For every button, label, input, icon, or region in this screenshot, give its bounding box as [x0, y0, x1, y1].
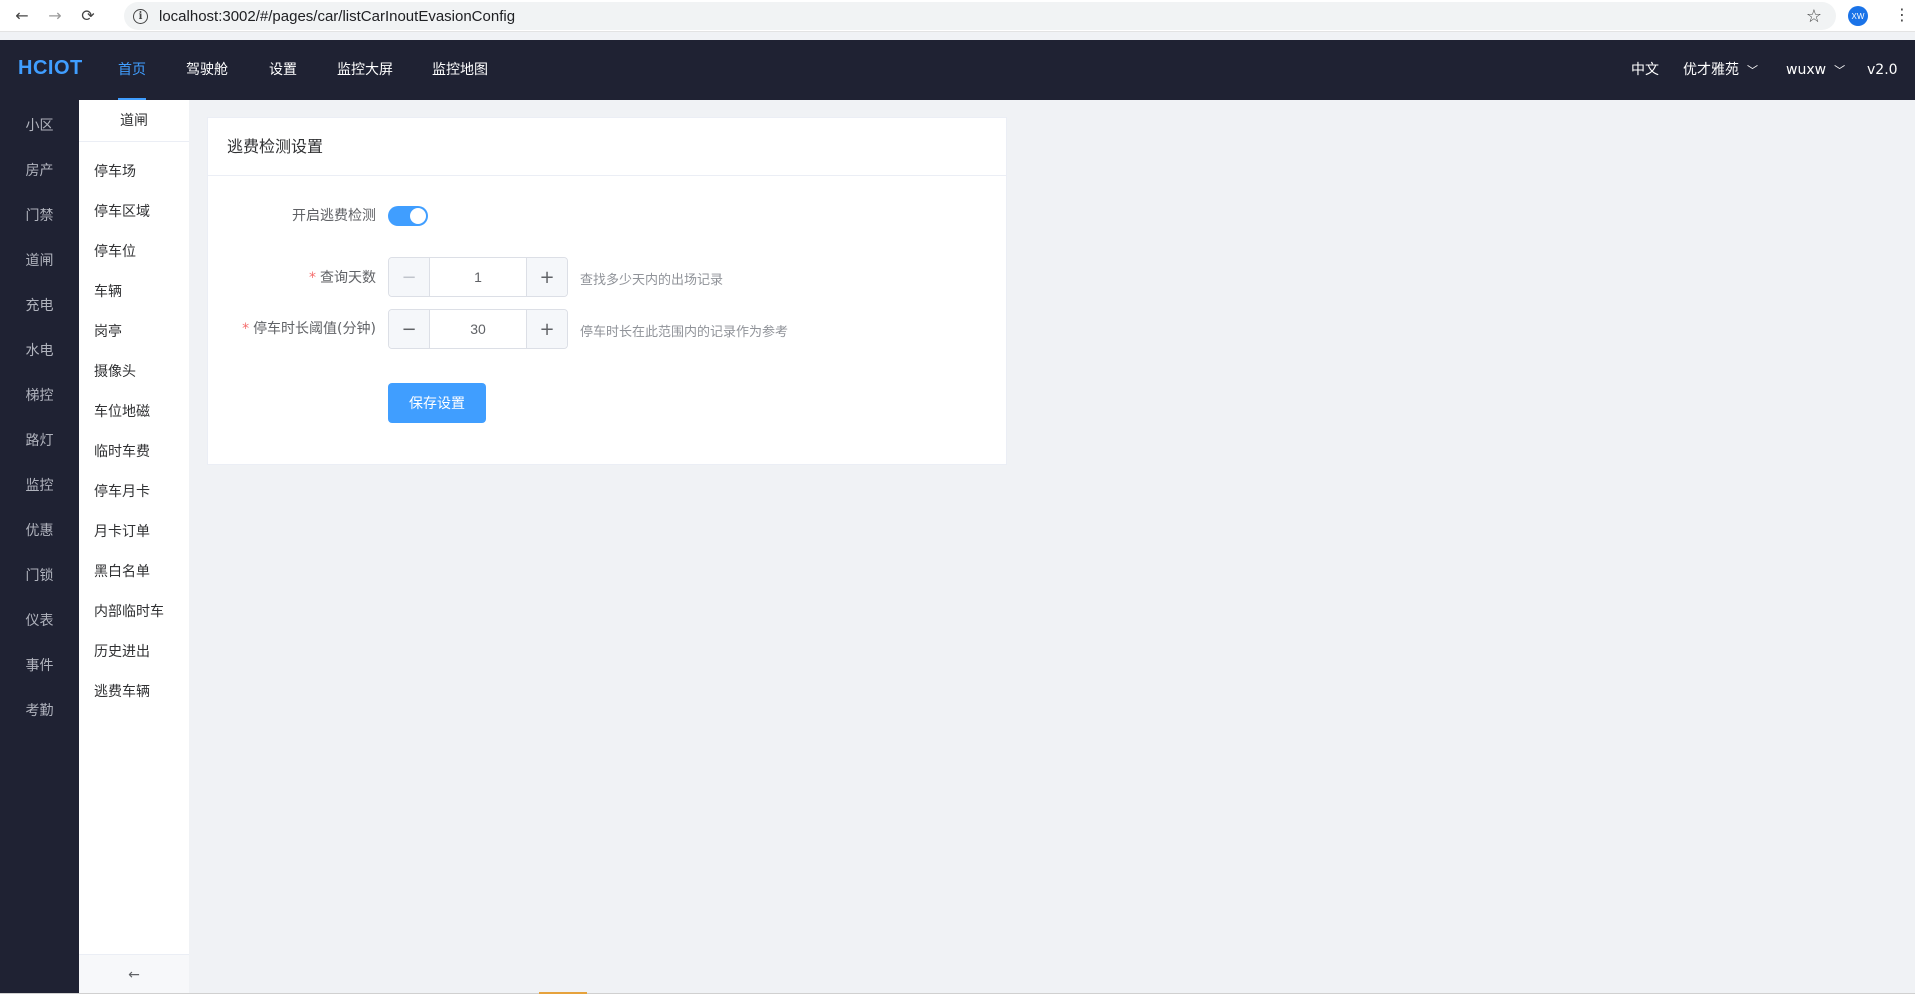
- community-name: 优才雅苑: [1683, 62, 1739, 78]
- profile-avatar[interactable]: XW: [1848, 6, 1868, 26]
- nav-item-home[interactable]: 首页: [118, 40, 146, 100]
- community-dropdown[interactable]: 优才雅苑 ﹀: [1683, 40, 1758, 100]
- submenu-item-parking-area[interactable]: 停车区域: [94, 201, 150, 221]
- submenu-item-evasion-vehicle[interactable]: 逃费车辆: [94, 681, 150, 701]
- url-text[interactable]: localhost:3002/#/pages/car/listCarInoutE…: [159, 8, 515, 25]
- switch-knob: [410, 208, 426, 224]
- threshold-input[interactable]: [430, 310, 526, 348]
- sidebar-item-community[interactable]: 小区: [0, 115, 79, 135]
- sidebar-item-lock[interactable]: 门锁: [0, 565, 79, 585]
- submenu-item-internal-temp[interactable]: 内部临时车: [94, 601, 164, 621]
- query-days-input[interactable]: [430, 258, 526, 296]
- sidebar-item-access[interactable]: 门禁: [0, 205, 79, 225]
- sub-menu: 道闸 停车场 停车区域 停车位 车辆 岗亭 摄像头 车位地磁 临时车费 停车月卡…: [79, 100, 189, 994]
- submenu-item-history[interactable]: 历史进出: [94, 641, 150, 661]
- language-switch[interactable]: 中文: [1631, 40, 1659, 100]
- decrease-button[interactable]: −: [389, 258, 430, 296]
- submenu-item-parking-space[interactable]: 停车位: [94, 241, 136, 261]
- sidebar-item-attendance[interactable]: 考勤: [0, 700, 79, 720]
- query-days-label: * 查询天数: [309, 267, 376, 287]
- sidebar-item-utilities[interactable]: 水电: [0, 340, 79, 360]
- app-logo[interactable]: HCIOT: [18, 57, 83, 80]
- decrease-button[interactable]: −: [389, 310, 430, 348]
- browser-toolbar: ← → ⟳ i localhost:3002/#/pages/car/listC…: [0, 0, 1915, 32]
- increase-button[interactable]: +: [526, 310, 567, 348]
- submenu-item-card-order[interactable]: 月卡订单: [94, 521, 150, 541]
- sidebar-item-meter[interactable]: 仪表: [0, 610, 79, 630]
- forward-arrow-icon[interactable]: →: [45, 6, 65, 26]
- user-name: wuxw: [1786, 62, 1827, 78]
- top-navigation: HCIOT 首页 驾驶舱 设置 监控大屏 监控地图 中文 优才雅苑 ﹀ wuxw ﹀…: [0, 40, 1915, 100]
- nav-item-monitor-screen[interactable]: 监控大屏: [337, 40, 393, 100]
- nav-item-monitor-map[interactable]: 监控地图: [432, 40, 488, 100]
- submenu-item-camera[interactable]: 摄像头: [94, 361, 136, 381]
- submenu-item-geomagnetic[interactable]: 车位地磁: [94, 401, 150, 421]
- chevron-down-icon: ﹀: [1747, 64, 1758, 77]
- bookmark-star-icon[interactable]: ☆: [1806, 6, 1822, 27]
- submenu-item-blacklist[interactable]: 黑白名单: [94, 561, 150, 581]
- submenu-item-vehicle[interactable]: 车辆: [94, 281, 122, 301]
- threshold-hint: 停车时长在此范围内的记录作为参考: [580, 325, 789, 340]
- threshold-label: * 停车时长阈值(分钟): [242, 318, 376, 338]
- evasion-detection-switch[interactable]: [388, 206, 428, 226]
- nav-item-settings[interactable]: 设置: [269, 40, 297, 100]
- submenu-item-booth[interactable]: 岗亭: [94, 321, 122, 341]
- browser-menu-icon[interactable]: ⋮: [1894, 5, 1910, 25]
- submenu-item-parking-lot[interactable]: 停车场: [94, 161, 136, 181]
- increase-button[interactable]: +: [526, 258, 567, 296]
- nav-item-cockpit[interactable]: 驾驶舱: [186, 40, 228, 100]
- sidebar-item-event[interactable]: 事件: [0, 655, 79, 675]
- submenu-item-temp-fee[interactable]: 临时车费: [94, 441, 150, 461]
- evasion-config-card: 逃费检测设置 开启逃费检测 *查询天数 − + 查找多少天内的出场记录 *停车时…: [207, 117, 1007, 465]
- sidebar-item-elevator[interactable]: 梯控: [0, 385, 79, 405]
- main-sidebar: 小区 房产 门禁 道闸 充电 水电 梯控 路灯 监控 优惠 门锁 仪表 事件 考…: [0, 100, 79, 994]
- sidebar-item-barrier[interactable]: 道闸: [0, 250, 79, 270]
- query-days-hint: 查找多少天内的出场记录: [580, 273, 724, 288]
- reload-icon[interactable]: ⟳: [78, 6, 98, 26]
- sidebar-item-charging[interactable]: 充电: [0, 295, 79, 315]
- sidebar-item-discount[interactable]: 优惠: [0, 520, 79, 540]
- collapse-button[interactable]: ←: [79, 954, 189, 994]
- sub-menu-title: 道闸: [79, 100, 189, 142]
- save-settings-button[interactable]: 保存设置: [388, 383, 486, 423]
- sidebar-item-monitor[interactable]: 监控: [0, 475, 79, 495]
- site-info-icon[interactable]: i: [133, 8, 148, 24]
- switch-label: 开启逃费检测: [292, 208, 376, 224]
- card-title: 逃费检测设置: [208, 118, 1006, 176]
- submenu-item-monthly-card[interactable]: 停车月卡: [94, 481, 150, 501]
- user-dropdown[interactable]: wuxw ﹀: [1786, 40, 1845, 100]
- address-bar[interactable]: i localhost:3002/#/pages/car/listCarInou…: [124, 2, 1836, 30]
- chevron-down-icon: ﹀: [1834, 64, 1846, 77]
- query-days-stepper: − +: [388, 257, 568, 297]
- query-days-label-text: 查询天数: [320, 270, 376, 286]
- threshold-stepper: − +: [388, 309, 568, 349]
- required-mark: *: [309, 270, 316, 286]
- sidebar-item-streetlight[interactable]: 路灯: [0, 430, 79, 450]
- arrow-left-icon: ←: [128, 966, 140, 983]
- threshold-label-text: 停车时长阈值(分钟): [253, 321, 376, 337]
- sidebar-item-property[interactable]: 房产: [0, 160, 79, 180]
- required-mark: *: [242, 321, 250, 337]
- back-arrow-icon[interactable]: ←: [12, 6, 32, 26]
- version-label: v2.0: [1867, 62, 1898, 78]
